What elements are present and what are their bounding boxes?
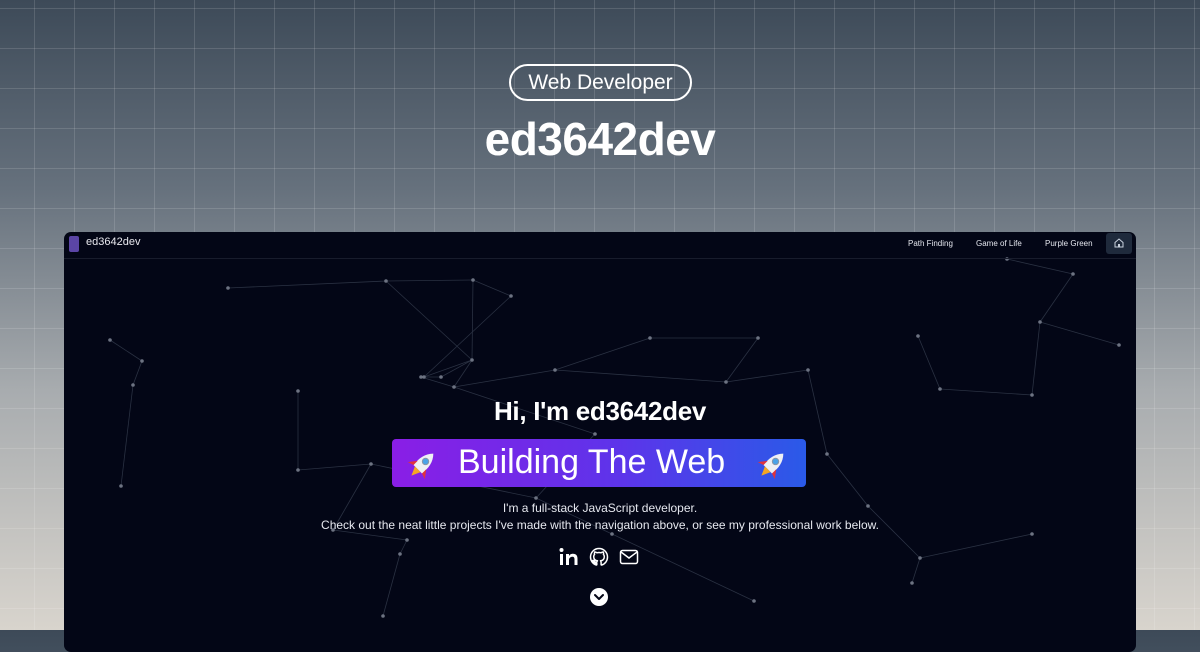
intro-text-line-1: I'm a full-stack JavaScript developer.: [502, 501, 698, 515]
page-title: ed3642dev: [484, 113, 716, 165]
hero-banner-text: Building The Web: [458, 443, 726, 481]
role-badge: Web Developer: [509, 64, 692, 101]
hero-section: Hi, I'm ed3642dev Building The Web I'm a…: [64, 232, 1136, 652]
scroll-down-button[interactable]: [590, 588, 608, 606]
chevron-down-icon: [594, 594, 604, 600]
hero-banner: Building The Web: [392, 439, 806, 487]
linkedin-icon[interactable]: [559, 547, 579, 567]
hero-greeting: Hi, I'm ed3642dev: [493, 396, 707, 426]
github-icon[interactable]: [589, 547, 609, 567]
intro-text-line-2: Check out the neat little projects I've …: [321, 518, 879, 532]
rocket-icon: [757, 453, 784, 480]
mail-icon[interactable]: [619, 547, 639, 567]
site-preview-window: ed3642dev Path Finding Game of Life Purp…: [64, 232, 1136, 652]
rocket-icon: [407, 453, 434, 480]
